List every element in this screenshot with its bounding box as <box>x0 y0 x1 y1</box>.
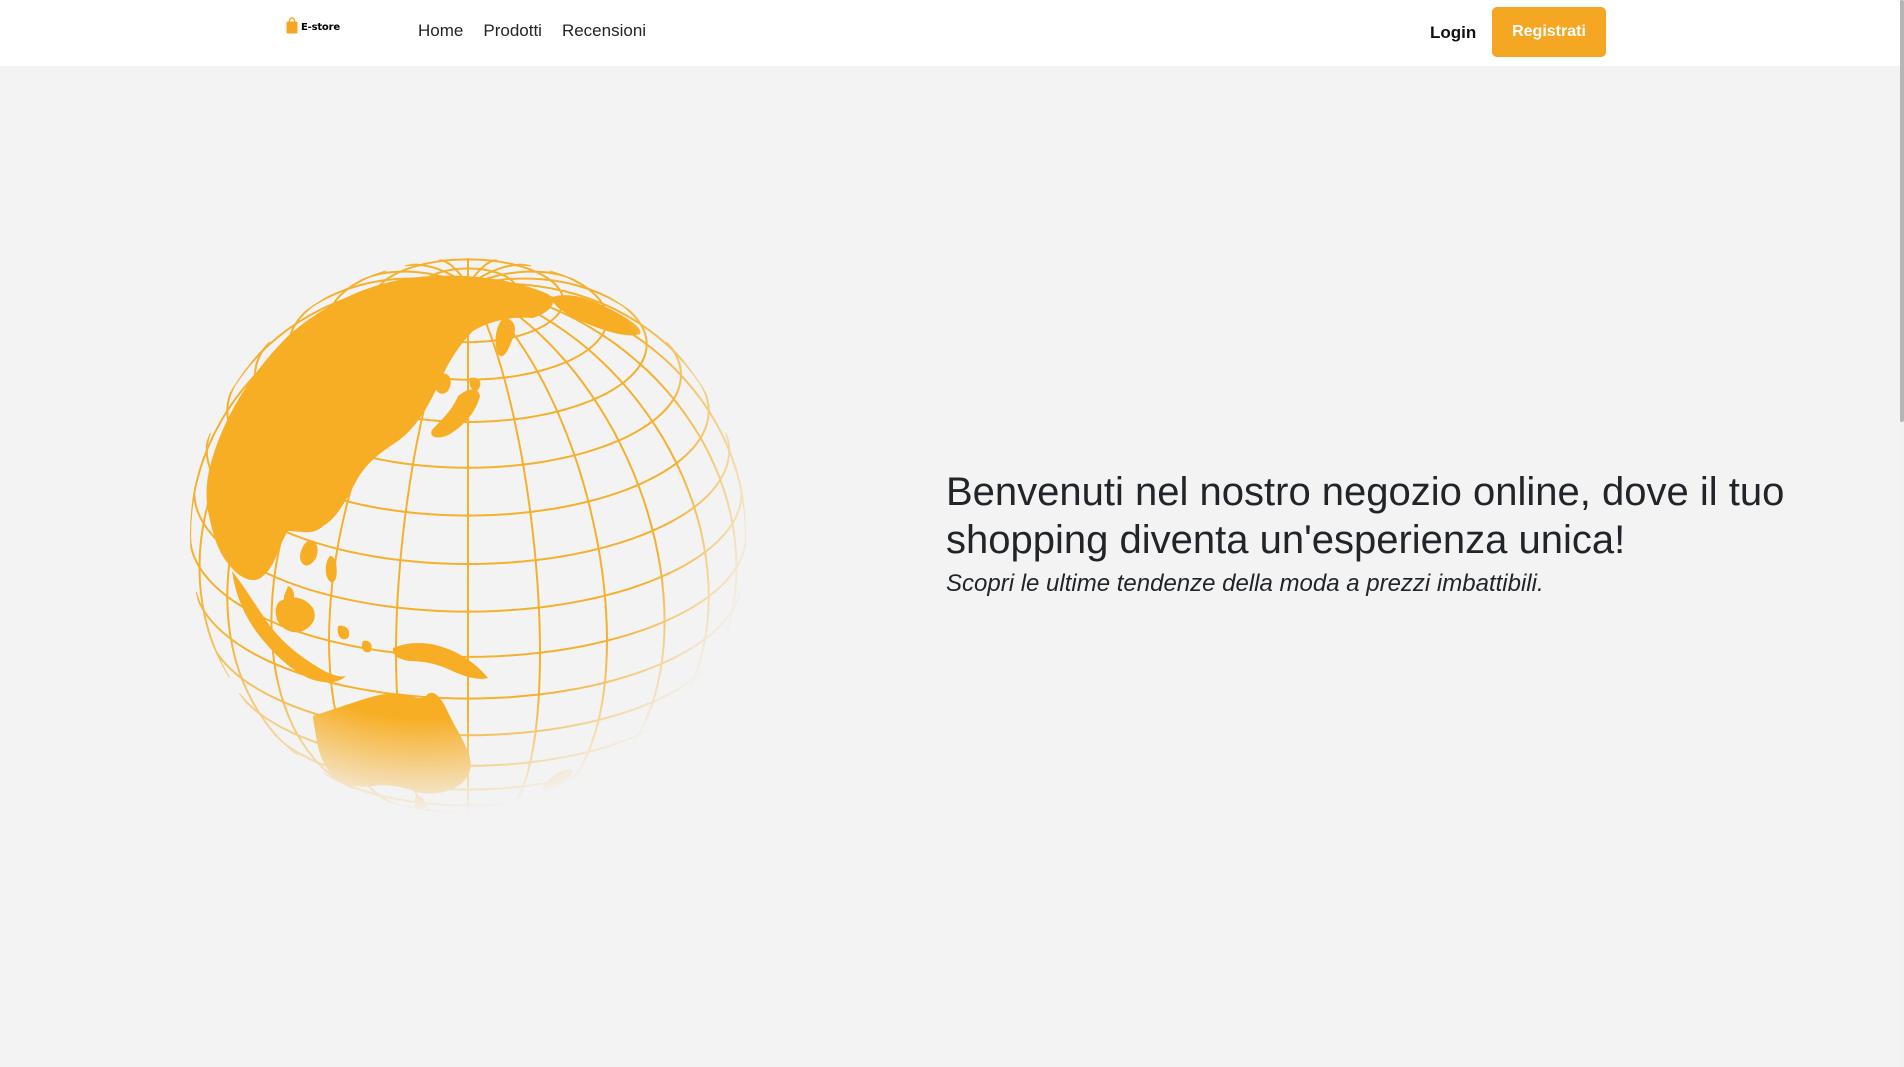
login-link[interactable]: Login <box>1430 23 1476 43</box>
nav-link-recensioni[interactable]: Recensioni <box>562 21 646 41</box>
scrollbar-track[interactable] <box>1900 0 1904 1067</box>
nav-link-prodotti[interactable]: Prodotti <box>483 21 542 41</box>
brand-logo[interactable]: E-store <box>286 17 340 34</box>
nav-links: Home Prodotti Recensioni <box>418 21 646 41</box>
hero-subtitle: Scopri le ultime tendenze della moda a p… <box>946 570 1544 597</box>
hero-title: Benvenuti nel nostro negozio online, dov… <box>946 468 1846 564</box>
register-button[interactable]: Registrati <box>1492 7 1606 57</box>
navbar: E-store Home Prodotti Recensioni Login R… <box>0 0 1904 66</box>
brand-name: E-store <box>301 22 340 33</box>
nav-link-home[interactable]: Home <box>418 21 463 41</box>
hero-section: Benvenuti nel nostro negozio online, dov… <box>946 468 1846 598</box>
globe-icon <box>190 258 746 814</box>
hero-title-line-1: Benvenuti nel nostro negozio online, dov… <box>946 470 1785 514</box>
scrollbar-thumb[interactable] <box>1900 0 1904 422</box>
shopping-bag-icon <box>286 17 298 34</box>
hero-title-line-2: shopping diventa un'esperienza unica! <box>946 518 1626 562</box>
